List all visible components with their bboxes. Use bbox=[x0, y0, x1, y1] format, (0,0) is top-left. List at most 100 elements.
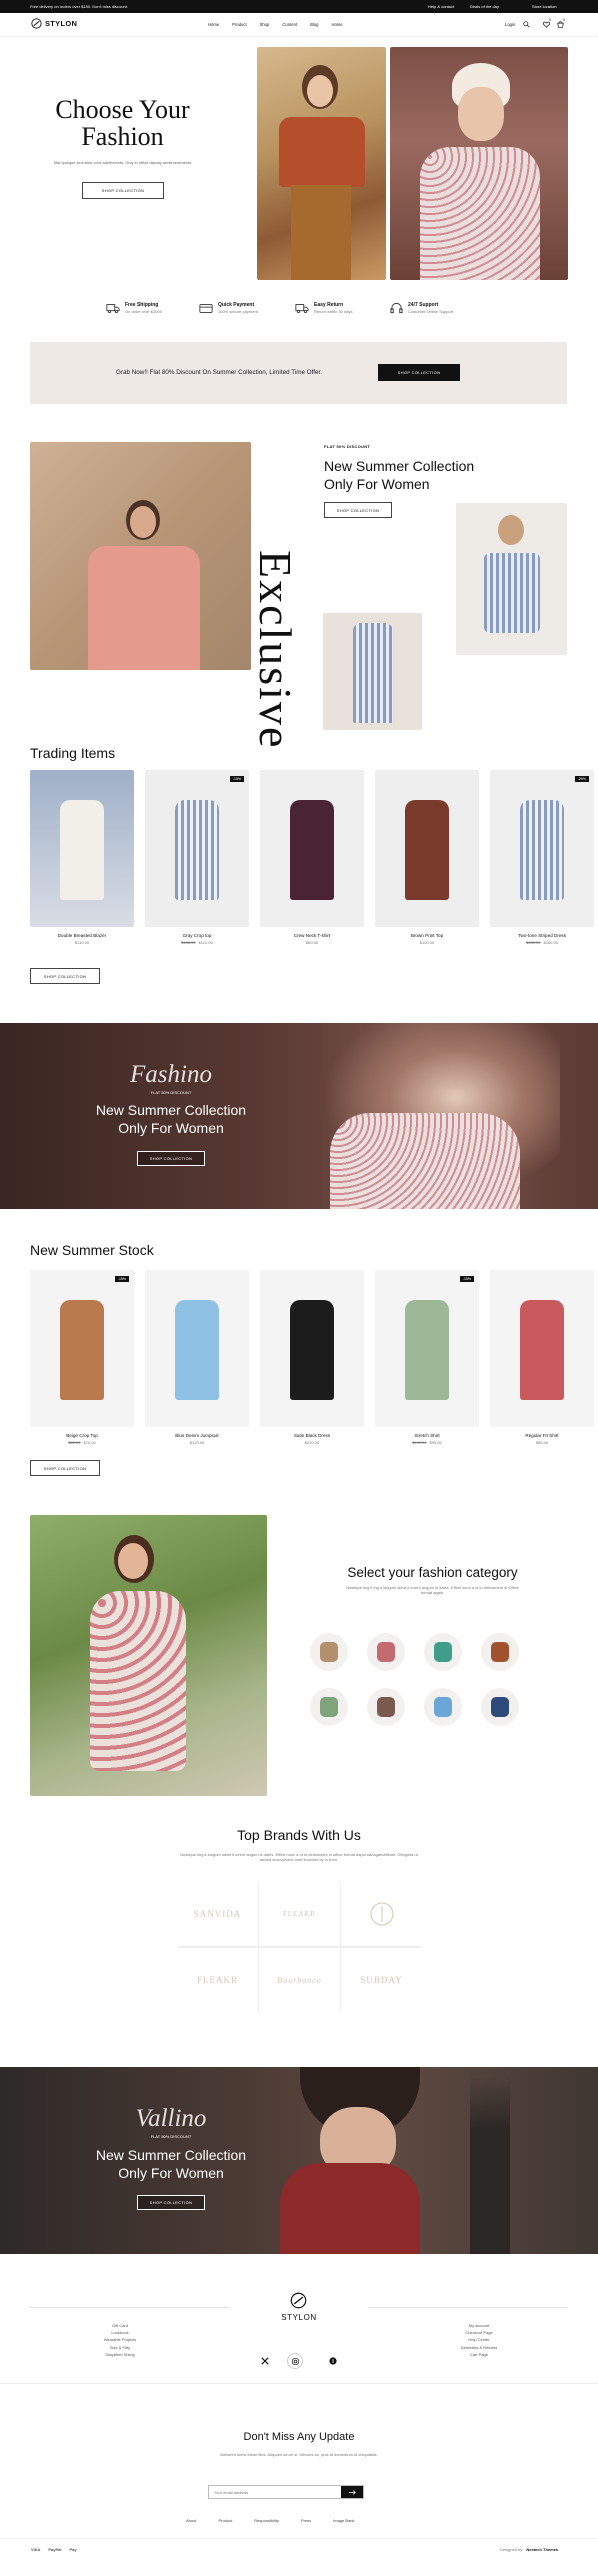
product-name[interactable]: Stretch Shirt bbox=[375, 1433, 479, 1438]
footer-bottom-link[interactable]: Product bbox=[218, 2518, 232, 2523]
hero-title-line2: Fashion bbox=[81, 122, 164, 151]
instagram-button[interactable] bbox=[287, 2353, 303, 2369]
product-name[interactable]: Brown Print Top bbox=[375, 933, 479, 938]
footer-link[interactable]: Checkout Page bbox=[454, 2329, 504, 2336]
category-scarf[interactable] bbox=[481, 1633, 519, 1671]
footer-link[interactable]: Size & Fitty bbox=[100, 2344, 140, 2351]
product-name[interactable]: Regular Fit Shirt bbox=[490, 1433, 594, 1438]
category-jumpsuit[interactable] bbox=[424, 1688, 462, 1726]
product-card[interactable]: Double Breasted Blazer $110.00 bbox=[30, 770, 134, 945]
product-image[interactable] bbox=[260, 1270, 364, 1427]
category-top[interactable] bbox=[367, 1688, 405, 1726]
nav-home-2[interactable]: Home bbox=[331, 22, 342, 27]
old-price: $80.00 bbox=[68, 1440, 81, 1445]
category-beanie[interactable] bbox=[481, 1688, 519, 1726]
arrow-right-icon bbox=[348, 2489, 356, 2495]
category-shirt[interactable] bbox=[310, 1688, 348, 1726]
nav-shop[interactable]: Shop bbox=[260, 22, 270, 27]
product-price: $80.00 bbox=[490, 1440, 594, 1445]
credit-link[interactable]: Nextech Themes bbox=[526, 2547, 558, 2552]
product-card[interactable]: -20% Two-tone Striped Dress $180.00 $160.00 bbox=[490, 770, 594, 945]
product-card[interactable]: -15% Gray Crop top $188.00 $110.00 bbox=[145, 770, 249, 945]
fashino-shop-button[interactable]: SHOP COLLECTION bbox=[137, 1151, 205, 1166]
store-location-link[interactable]: Store location bbox=[532, 4, 556, 9]
product-card[interactable]: Regular Fit Shirt $80.00 bbox=[490, 1270, 594, 1445]
footer-bottom-link[interactable]: Image Bank bbox=[333, 2518, 354, 2523]
product-name[interactable]: Two-tone Striped Dress bbox=[490, 933, 594, 938]
footer-link[interactable]: My account bbox=[454, 2322, 504, 2329]
footer-link[interactable]: Gift Card bbox=[100, 2322, 140, 2329]
brand-logo[interactable]: SANVIDA bbox=[177, 1882, 258, 1946]
product-image[interactable]: -15% bbox=[375, 1270, 479, 1427]
heart-icon[interactable] bbox=[543, 21, 550, 28]
exclusive-title-line2: Only For Women bbox=[324, 476, 430, 492]
email-input[interactable] bbox=[209, 2486, 341, 2498]
category-blouse[interactable] bbox=[367, 1633, 405, 1671]
help-contact-link[interactable]: Help & contact bbox=[428, 4, 454, 9]
cart-icon[interactable] bbox=[557, 21, 564, 28]
product-name[interactable]: Beige Crop Top bbox=[30, 1433, 134, 1438]
product-name[interactable]: Double Breasted Blazer bbox=[30, 933, 134, 938]
product-name[interactable]: Crew Neck T-shirt bbox=[260, 933, 364, 938]
pinterest-icon[interactable] bbox=[329, 2357, 337, 2365]
product-card[interactable]: -15% Stretch Shirt $100.00 $95.00 bbox=[375, 1270, 479, 1445]
promo-shop-button[interactable]: SHOP COLLECTION bbox=[378, 364, 460, 381]
summer-shop-button[interactable]: SHOP COLLECTION bbox=[30, 1460, 100, 1476]
nav-product[interactable]: Product bbox=[232, 22, 246, 27]
footer-link[interactable]: Deliveries & Returns bbox=[454, 2344, 504, 2351]
product-image[interactable] bbox=[260, 770, 364, 927]
product-card[interactable]: Brown Print Top $100.00 bbox=[375, 770, 479, 945]
product-name[interactable]: Gray Crop top bbox=[145, 933, 249, 938]
product-card[interactable]: Blue Denim Jumpsuit $120.00 bbox=[145, 1270, 249, 1445]
trading-shop-button[interactable]: SHOP COLLECTION bbox=[30, 968, 100, 984]
brand-logo[interactable]: FLEAKR bbox=[177, 1948, 258, 2012]
nav-content[interactable]: Content bbox=[282, 22, 297, 27]
product-card[interactable]: Satin Black Dress $220.00 bbox=[260, 1270, 364, 1445]
search-icon[interactable] bbox=[523, 21, 530, 28]
product-card[interactable]: -15% Beige Crop Top $80.00 $70.00 bbox=[30, 1270, 134, 1445]
footer-link[interactable]: Wearable Projects bbox=[100, 2336, 140, 2343]
category-model-dress bbox=[90, 1591, 186, 1771]
twitter-icon[interactable] bbox=[261, 2357, 269, 2365]
footer-bottom-link[interactable]: Responsibility bbox=[254, 2518, 279, 2523]
category-tshirt-icon bbox=[434, 1642, 452, 1662]
subscribe-button[interactable] bbox=[341, 2486, 363, 2498]
footer-link[interactable]: Lookbook bbox=[100, 2329, 140, 2336]
current-price: $95.00 bbox=[429, 1440, 442, 1445]
nav-blog[interactable]: Blog bbox=[310, 22, 318, 27]
category-cap[interactable] bbox=[310, 1633, 348, 1671]
login-link[interactable]: Login bbox=[505, 22, 515, 27]
vallino-shop-button[interactable]: SHOP COLLECTION bbox=[137, 2195, 205, 2210]
brand-logo[interactable]: FLEAKR bbox=[259, 1882, 340, 1946]
brand-logo[interactable] bbox=[341, 1882, 422, 1946]
exclusive-shop-button[interactable]: SHOP COLLECTION bbox=[324, 502, 392, 518]
trading-title: Trading Items bbox=[30, 745, 116, 761]
footer-link[interactable]: Simplified Sizing bbox=[100, 2351, 140, 2358]
nav-home[interactable]: Home bbox=[208, 22, 219, 27]
product-image[interactable]: -15% bbox=[30, 1270, 134, 1427]
hero-model2-face bbox=[458, 87, 504, 141]
brand-logo[interactable]: SUBDAY bbox=[341, 1948, 422, 2012]
product-image[interactable] bbox=[490, 1270, 594, 1427]
footer-bottom-link[interactable]: About bbox=[186, 2518, 196, 2523]
brand-logo[interactable]: Bourbaneo bbox=[259, 1948, 340, 2012]
deals-link[interactable]: Deals of the day bbox=[470, 4, 499, 9]
product-image[interactable]: -15% bbox=[145, 770, 249, 927]
logo[interactable]: STYLON bbox=[31, 18, 77, 29]
product-name[interactable]: Blue Denim Jumpsuit bbox=[145, 1433, 249, 1438]
product-image[interactable] bbox=[30, 770, 134, 927]
category-blouse-icon bbox=[377, 1642, 395, 1662]
product-image[interactable]: -20% bbox=[490, 770, 594, 927]
product-image[interactable] bbox=[145, 1270, 249, 1427]
exclusive-model-face bbox=[130, 506, 156, 538]
footer-link[interactable]: Help Center bbox=[454, 2336, 504, 2343]
category-tshirt[interactable] bbox=[424, 1633, 462, 1671]
vallino-title: New Summer Collection Only For Women bbox=[66, 2146, 276, 2182]
brand-name: Bourbaneo bbox=[277, 1975, 322, 1985]
product-card[interactable]: Crew Neck T-shirt $60.00 bbox=[260, 770, 364, 945]
footer-link[interactable]: Cart Page bbox=[454, 2351, 504, 2358]
product-image[interactable] bbox=[375, 770, 479, 927]
product-name[interactable]: Satin Black Dress bbox=[260, 1433, 364, 1438]
footer-bottom-link[interactable]: Press bbox=[301, 2518, 311, 2523]
hero-shop-button[interactable]: SHOP COLLECTION bbox=[82, 182, 164, 199]
